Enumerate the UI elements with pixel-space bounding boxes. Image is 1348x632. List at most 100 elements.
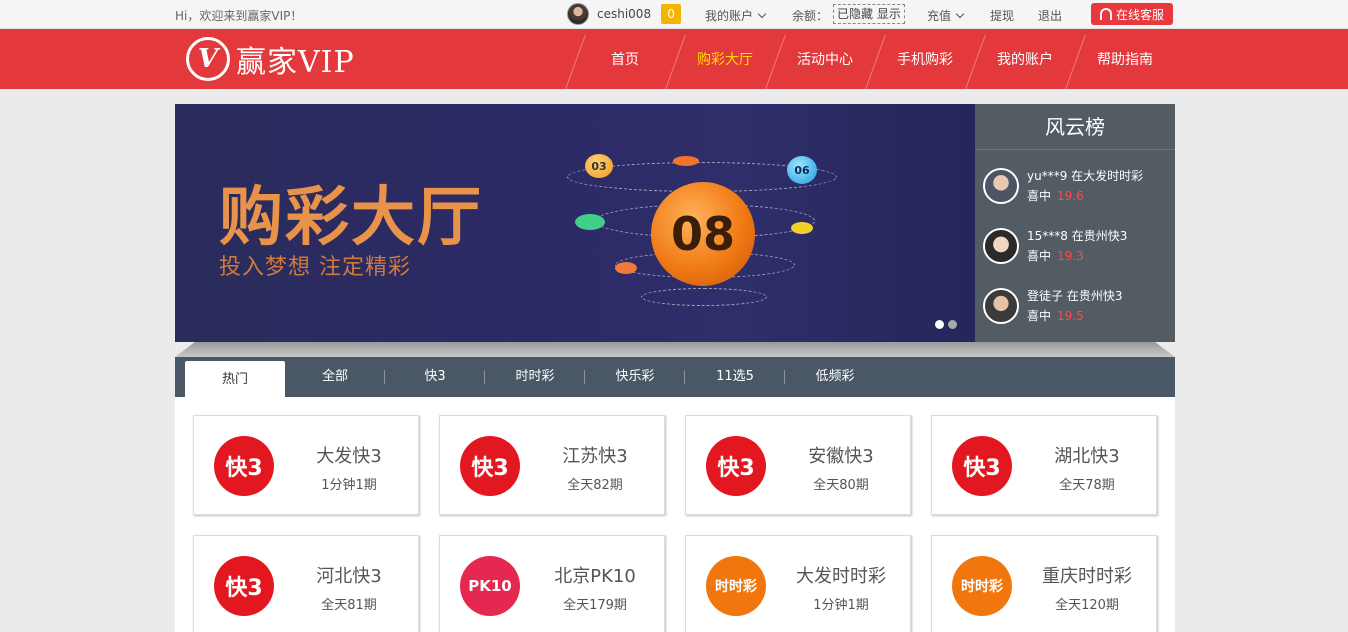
game-schedule: 全天179期 [563,598,627,613]
winner-avatar [983,168,1019,204]
ranking-item: 15***8 在贵州快3 喜中 19.3 [983,224,1173,268]
online-service-button[interactable]: 在线客服 [1091,3,1173,25]
game-card[interactable]: 时时彩 大发时时彩 1分钟1期 [685,535,911,632]
ranking-win-line: 喜中 19.5 [1027,307,1084,324]
message-count-badge[interactable]: 0 [661,4,682,24]
tab-all[interactable]: 全部 [285,357,385,397]
game-card[interactable]: 快3 河北快3 全天81期 [193,535,419,632]
game-schedule: 全天82期 [567,478,623,493]
carousel-dot[interactable] [948,320,957,329]
game-schedule: 全天81期 [321,598,377,613]
game-card[interactable]: 快3 湖北快3 全天78期 [931,415,1157,515]
lottery-ball [615,262,637,274]
user-avatar[interactable] [567,3,589,25]
tab-11x5[interactable]: 11选5 [685,357,785,397]
nav-item-events[interactable]: 活动中心 [775,29,875,89]
game-name: 江苏快3 [562,446,628,467]
username[interactable]: ceshi008 [597,7,651,21]
game-card[interactable]: PK10 北京PK10 全天179期 [439,535,665,632]
my-account-dropdown[interactable]: 我的账户 [705,7,767,24]
game-schedule: 1分钟1期 [321,478,377,493]
lottery-ball: 03 [585,154,613,178]
online-service-label: 在线客服 [1115,7,1164,22]
nav-menu: 首页 购彩大厅 活动中心 手机购彩 我的账户 帮助指南 [575,29,1175,89]
ranking-title: 风云榜 [975,104,1175,150]
tab-hot[interactable]: 热门 [185,361,285,397]
tab-low-freq[interactable]: 低频彩 [785,357,885,397]
ranking-win-amount: 19.6 [1057,189,1084,203]
ranking-item: yu***9 在大发时时彩 喜中 19.6 [983,164,1173,208]
nav-item-account[interactable]: 我的账户 [975,29,1075,89]
banner-title: 购彩大厅 [219,181,483,255]
ranking-item: 登徒子 在贵州快3 喜中 19.5 [983,284,1173,328]
balance-toggle[interactable]: 已隐藏 显示 [833,4,905,24]
lottery-ball: 06 [787,156,817,184]
top-utility-bar: Hi，欢迎来到赢家VIP！ ceshi008 0 我的账户 余额： 已隐藏 显示… [0,0,1348,29]
ranking-win-amount: 19.5 [1057,309,1084,323]
ranking-win-amount: 19.3 [1057,249,1084,263]
headset-icon [1099,8,1112,20]
k3-dice-icon: 快3 [214,556,274,616]
game-schedule: 全天80期 [813,478,869,493]
logo-mark: V [186,37,230,81]
withdraw-link[interactable]: 提现 [990,7,1014,24]
k3-dice-icon: 快3 [706,436,766,496]
ssc-icon: 时时彩 [952,556,1012,616]
ssc-icon: 时时彩 [706,556,766,616]
ranking-win-label: 喜中 [1027,189,1052,203]
ranking-win-line: 喜中 19.6 [1027,187,1084,204]
game-name: 安徽快3 [808,446,874,467]
game-name: 大发快3 [316,446,382,467]
nav-item-help[interactable]: 帮助指南 [1075,29,1175,89]
ranking-win-label: 喜中 [1027,309,1052,323]
game-name: 重庆时时彩 [1042,566,1132,587]
banner-subtitle: 投入梦想 注定精彩 [219,255,411,280]
game-card[interactable]: 快3 江苏快3 全天82期 [439,415,665,515]
ranking-panel: 风云榜 yu***9 在大发时时彩 喜中 19.6 15***8 在贵州快3 喜中… [975,104,1175,342]
nav-item-lottery-hall[interactable]: 购彩大厅 [675,29,775,89]
ranking-winner: 登徒子 在贵州快3 [1027,289,1123,303]
chevron-down-icon [955,9,965,19]
game-name: 河北快3 [316,566,382,587]
user-info[interactable]: ceshi008 0 [567,3,682,25]
carousel-dot-active[interactable] [935,320,944,329]
tab-happy[interactable]: 快乐彩 [585,357,685,397]
game-card[interactable]: 快3 大发快3 1分钟1期 [193,415,419,515]
site-logo[interactable]: V 赢家VIP [186,37,355,81]
game-name: 北京PK10 [554,566,636,587]
main-nav: V 赢家VIP 首页 购彩大厅 活动中心 手机购彩 我的账户 帮助指南 [0,29,1348,89]
nav-item-mobile[interactable]: 手机购彩 [875,29,975,89]
logo-text: 赢家VIP [236,45,355,80]
lottery-category-tabs: 热门 全部 快3 时时彩 快乐彩 11选5 低频彩 [175,357,1175,397]
recharge-label: 充值 [927,9,952,23]
tab-ssc[interactable]: 时时彩 [485,357,585,397]
game-card[interactable]: 时时彩 重庆时时彩 全天120期 [931,535,1157,632]
game-name: 湖北快3 [1054,446,1120,467]
ranking-win-line: 喜中 19.3 [1027,247,1084,264]
lottery-ball [575,214,605,230]
promo-banner[interactable]: 购彩大厅 投入梦想 注定精彩 03 06 08 [175,104,975,342]
my-account-label: 我的账户 [705,9,754,23]
winner-avatar [983,288,1019,324]
nav-item-home[interactable]: 首页 [575,29,675,89]
k3-dice-icon: 快3 [952,436,1012,496]
game-grid: 快3 大发快3 1分钟1期 快3 江苏快3 全天82期 快3 安徽快3 全天80… [175,397,1175,632]
orbit-ring [641,288,767,306]
ranking-win-label: 喜中 [1027,249,1052,263]
lottery-ball [791,222,813,234]
ranking-winner: yu***9 在大发时时彩 [1027,169,1144,183]
game-schedule: 1分钟1期 [813,598,869,613]
pk10-icon: PK10 [460,556,520,616]
carousel-indicators [931,320,957,329]
recharge-dropdown[interactable]: 充值 [927,7,965,24]
logout-link[interactable]: 退出 [1038,7,1062,24]
game-schedule: 全天120期 [1055,598,1119,613]
lottery-ball [673,156,699,166]
lottery-ball-main: 08 [651,182,755,286]
game-card[interactable]: 快3 安徽快3 全天80期 [685,415,911,515]
tab-k3[interactable]: 快3 [385,357,485,397]
game-name: 大发时时彩 [796,566,886,587]
balance-label: 余额： [792,9,829,23]
chevron-down-icon [757,9,767,19]
k3-dice-icon: 快3 [460,436,520,496]
